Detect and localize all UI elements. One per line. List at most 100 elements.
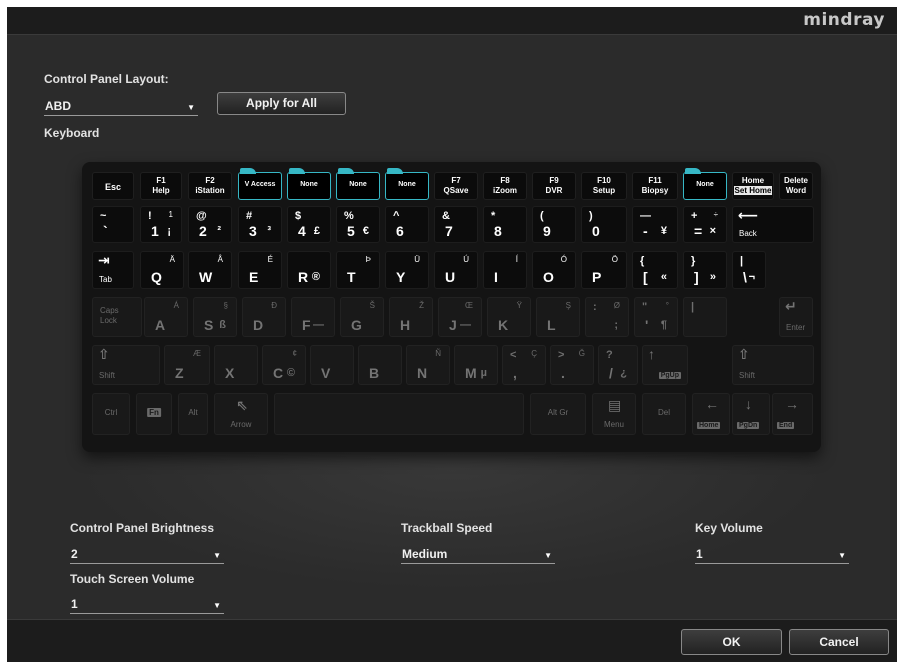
key-row4-4[interactable]: V [310, 345, 354, 385]
key-row2-12[interactable]: }] » [683, 251, 727, 289]
ok-button[interactable]: OK [681, 629, 782, 655]
key-row1-3[interactable]: #3 ³ [238, 206, 282, 243]
key-row2-3[interactable]: ÉE [238, 251, 282, 289]
key-label: Alt [188, 408, 198, 417]
key-end[interactable]: → End [772, 393, 813, 435]
key-delete[interactable]: Delete Word [779, 172, 813, 200]
key-row2-1[interactable]: ÄQ [140, 251, 184, 289]
key-menu[interactable]: Menu ▤ [592, 393, 636, 435]
key-row4-0[interactable]: ⇧ Shift [92, 345, 160, 385]
key-row2-5[interactable]: ÞT [336, 251, 380, 289]
key-row4-3[interactable]: ¢ C © [262, 345, 306, 385]
key-row4-1[interactable]: ÆZ [164, 345, 210, 385]
key-label: F10 [597, 176, 611, 185]
custom-key-4[interactable]: None [385, 168, 429, 200]
key-row1-7[interactable]: & 7 [434, 206, 478, 243]
key-row3-1[interactable]: ÁA [144, 297, 188, 337]
key-row1-12[interactable]: + ÷ = × [683, 206, 727, 243]
cancel-button[interactable]: Cancel [789, 629, 889, 655]
key-row3-9[interactable]: ŞL [536, 297, 580, 337]
key-altgr-char: ¬ [748, 271, 755, 283]
key-row3-0[interactable]: Caps Lock [92, 297, 142, 337]
key-space[interactable] [274, 393, 524, 435]
key-home[interactable]: Home Set Home [732, 172, 774, 200]
key-row3-2[interactable]: § Sß [193, 297, 237, 337]
key-row4-11[interactable]: ↑ PgUp [642, 345, 688, 385]
key-row1-8[interactable]: * 8 [483, 206, 527, 243]
key-f7[interactable]: F7 QSave [434, 172, 478, 200]
key-label: None [349, 181, 367, 188]
key-row2-4[interactable]: R ® [287, 251, 331, 289]
key-row4-8[interactable]: < Ç, [502, 345, 546, 385]
key-f2[interactable]: F2 iStation [188, 172, 232, 200]
custom-key-5[interactable]: None [683, 168, 727, 200]
key-row1-2[interactable]: @2 ² [188, 206, 232, 243]
key-row1-1[interactable]: ! 1 1 ¡ [140, 206, 182, 243]
key-row4-5[interactable]: B [358, 345, 402, 385]
brightness-dropdown[interactable]: 2 ▼ [70, 546, 224, 564]
key-row3-12[interactable]: | [683, 297, 727, 337]
key-f1[interactable]: F1 Help [140, 172, 182, 200]
key-row2-0[interactable]: ⇥ Tab [92, 251, 134, 289]
key-f10[interactable]: F10 Setup [581, 172, 627, 200]
key-row4-7[interactable]: Mµ [454, 345, 498, 385]
key-shift-char: % [344, 210, 354, 222]
key-row2-9[interactable]: ÓO [532, 251, 576, 289]
key-altgr-char: ² [217, 225, 221, 237]
key-home-nav[interactable]: ← Home [692, 393, 730, 435]
key-row1-5[interactable]: % 5 € [336, 206, 380, 243]
key-del[interactable]: Del [642, 393, 686, 435]
key-row3-5[interactable]: ŠG [340, 297, 384, 337]
chevron-down-icon: ▼ [838, 551, 846, 560]
key-f11[interactable]: F11 Biopsy [632, 172, 678, 200]
key-row3-7[interactable]: Œ J — [438, 297, 482, 337]
key-row3-3[interactable]: ÐD [242, 297, 286, 337]
touch-screen-volume-dropdown[interactable]: 1 ▼ [70, 596, 224, 614]
key-row2-8[interactable]: ÍI [483, 251, 527, 289]
key-row3-10[interactable]: : Ø; [585, 297, 629, 337]
custom-key-2[interactable]: None [287, 168, 331, 200]
key-esc[interactable]: Esc [92, 172, 134, 200]
key-row3-8[interactable]: ŸK [487, 297, 531, 337]
key-row2-7[interactable]: ÚU [434, 251, 478, 289]
key-row4-9[interactable]: > Ğ. [550, 345, 594, 385]
key-row1-13[interactable]: ⟵ Back [732, 206, 814, 243]
key-row2-2[interactable]: ÅW [188, 251, 232, 289]
key-row1-0[interactable]: ~ ` [92, 206, 134, 243]
key-row1-11[interactable]: — - ¥ [632, 206, 678, 243]
key-shift-char: ? [606, 349, 613, 361]
key-row4-10[interactable]: ? / ¿ [598, 345, 638, 385]
key-row1-4[interactable]: $4 £ [287, 206, 331, 243]
control-panel-layout-dropdown[interactable]: ABD ▼ [44, 98, 198, 116]
key-row3-11[interactable]: " ° ' ¶ [634, 297, 678, 337]
key-row2-13[interactable]: | \ ¬ [732, 251, 766, 289]
key-ctrl[interactable]: Ctrl [92, 393, 130, 435]
key-row3-4[interactable]: F — [291, 297, 335, 337]
key-pgdn[interactable]: ↓ PgDn [732, 393, 770, 435]
key-alt[interactable]: Alt [178, 393, 208, 435]
key-row1-10[interactable]: ) 0 [581, 206, 627, 243]
key-row4-12[interactable]: ⇧ Shift [732, 345, 814, 385]
key-altgr[interactable]: Alt Gr [530, 393, 586, 435]
key-altgr-char: Å [217, 255, 223, 264]
key-fn[interactable]: Fn [136, 393, 172, 435]
key-volume-dropdown[interactable]: 1 ▼ [695, 546, 849, 564]
key-row2-10[interactable]: ÖP [581, 251, 627, 289]
key-arrow-pointer[interactable]: Arrow ⇖ [214, 393, 268, 435]
key-row2-6[interactable]: ÜY [385, 251, 429, 289]
key-arrow-icon: ⇥ [98, 252, 110, 268]
key-row1-6[interactable]: ^ 6 [385, 206, 429, 243]
custom-key-3[interactable]: None [336, 168, 380, 200]
key-f8[interactable]: F8 iZoom [483, 172, 527, 200]
key-row1-9[interactable]: (9 [532, 206, 576, 243]
key-row4-6[interactable]: ÑN [406, 345, 450, 385]
key-altgr-char: É [267, 255, 273, 264]
key-row3-13[interactable]: ↵ Enter [779, 297, 813, 337]
key-row3-6[interactable]: ŽH [389, 297, 433, 337]
key-row4-2[interactable]: X [214, 345, 258, 385]
custom-key-1[interactable]: V Access [238, 168, 282, 200]
key-row2-11[interactable]: {[« [632, 251, 678, 289]
trackball-speed-dropdown[interactable]: Medium ▼ [401, 546, 555, 564]
apply-for-all-button[interactable]: Apply for All [217, 92, 346, 115]
key-f9[interactable]: F9 DVR [532, 172, 576, 200]
